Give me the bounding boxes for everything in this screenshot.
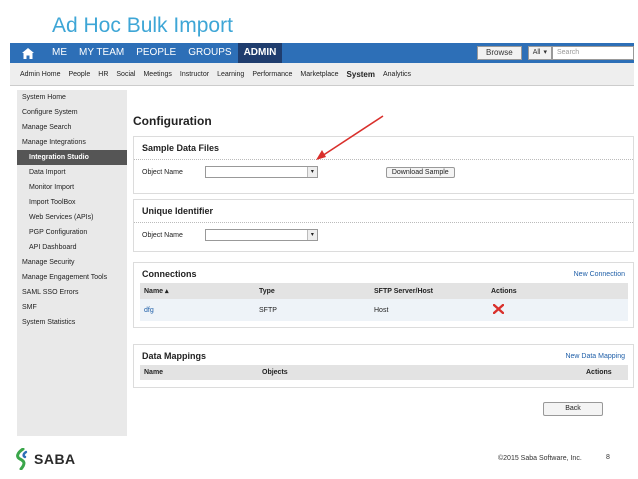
subnav-hr[interactable]: HR xyxy=(98,71,108,78)
new-connection-link[interactable]: New Connection xyxy=(574,271,625,278)
saba-logo-text: SABA xyxy=(34,451,76,467)
subnav-system[interactable]: System xyxy=(347,70,375,79)
new-data-mapping-link[interactable]: New Data Mapping xyxy=(565,353,625,360)
subnav-learning[interactable]: Learning xyxy=(217,71,244,78)
data-mappings-title: Data Mappings xyxy=(142,351,207,361)
subnav-analytics[interactable]: Analytics xyxy=(383,71,411,78)
connection-host: Host xyxy=(370,299,487,321)
saba-logo: SABA xyxy=(14,448,76,470)
nav-tab-my-team[interactable]: MY TEAM xyxy=(73,43,130,63)
data-mappings-table: Name Objects Actions xyxy=(140,365,628,380)
column-header-actions: Actions xyxy=(582,365,628,380)
sidebar-item-manage-search[interactable]: Manage Search xyxy=(17,120,127,135)
subnav-meetings[interactable]: Meetings xyxy=(143,71,171,78)
sidebar-item-integration-studio[interactable]: Integration Studio xyxy=(17,150,127,165)
sidebar-item-manage-integrations[interactable]: Manage Integrations xyxy=(17,135,127,150)
sidebar-item-api-dashboard[interactable]: API Dashboard xyxy=(17,240,127,255)
chevron-down-icon: ▾ xyxy=(306,167,317,177)
column-header-sftp-host: SFTP Server/Host xyxy=(370,283,487,299)
sample-data-files-title: Sample Data Files xyxy=(134,137,633,160)
column-header-name[interactable]: Name ▴ xyxy=(140,283,255,299)
subnav-admin-home[interactable]: Admin Home xyxy=(20,71,60,78)
table-row: dfg SFTP Host xyxy=(140,299,628,321)
connections-table: Name ▴ Type SFTP Server/Host Actions dfg… xyxy=(140,283,628,321)
sidebar-item-smf[interactable]: SMF xyxy=(17,300,127,315)
unique-identifier-title: Unique Identifier xyxy=(134,200,633,223)
sidebar-item-system-home[interactable]: System Home xyxy=(17,90,127,105)
sidebar-item-data-import[interactable]: Data Import xyxy=(17,165,127,180)
nav-tab-me[interactable]: ME xyxy=(46,43,73,63)
sidebar-item-configure-system[interactable]: Configure System xyxy=(17,105,127,120)
slide-title: Ad Hoc Bulk Import xyxy=(52,14,233,37)
subnav-marketplace[interactable]: Marketplace xyxy=(300,71,338,78)
connections-panel: Connections New Connection Name ▴ Type S… xyxy=(133,262,634,328)
sub-nav-bar: Admin Home People HR Social Meetings Ins… xyxy=(10,63,634,86)
top-nav-bar: ME MY TEAM PEOPLE GROUPS ADMIN Browse Al… xyxy=(10,43,634,63)
sample-object-name-label: Object Name xyxy=(142,168,183,176)
column-header-type: Type xyxy=(255,283,370,299)
sidebar-item-saml-sso-errors[interactable]: SAML SSO Errors xyxy=(17,285,127,300)
nav-tab-people[interactable]: PEOPLE xyxy=(130,43,182,63)
column-header-actions: Actions xyxy=(487,283,628,299)
column-header-objects: Objects xyxy=(258,365,582,380)
back-button[interactable]: Back xyxy=(543,402,603,416)
saba-logo-icon xyxy=(16,448,28,470)
unique-object-name-select[interactable]: ▾ xyxy=(204,229,318,241)
sample-data-files-panel: Sample Data Files Object Name ▾ Download… xyxy=(133,136,634,194)
column-header-name[interactable]: Name xyxy=(140,365,258,380)
home-icon[interactable] xyxy=(10,43,46,63)
connection-type: SFTP xyxy=(255,299,370,321)
search-scope-label: All xyxy=(532,49,541,56)
sidebar-item-manage-engagement-tools[interactable]: Manage Engagement Tools xyxy=(17,270,127,285)
subnav-instructor[interactable]: Instructor xyxy=(180,71,209,78)
chevron-down-icon: ▾ xyxy=(306,230,317,240)
sample-object-name-select[interactable]: ▾ xyxy=(204,166,318,178)
subnav-social[interactable]: Social xyxy=(116,71,135,78)
connection-name-link[interactable]: dfg xyxy=(144,307,154,314)
delete-icon[interactable] xyxy=(492,303,505,316)
search-input[interactable]: Search xyxy=(552,46,634,60)
unique-identifier-panel: Unique Identifier Object Name ▾ xyxy=(133,199,634,252)
connections-title: Connections xyxy=(142,269,197,279)
search-scope-select[interactable]: All ▾ xyxy=(527,46,552,60)
sidebar-item-import-toolbox[interactable]: Import ToolBox xyxy=(17,195,127,210)
sidebar-item-pgp-configuration[interactable]: PGP Configuration xyxy=(17,225,127,240)
page-number: 8 xyxy=(606,454,610,461)
sidebar-item-web-services[interactable]: Web Services (APIs) xyxy=(17,210,127,225)
caret-down-icon: ▾ xyxy=(543,49,547,56)
data-mappings-panel: Data Mappings New Data Mapping Name Obje… xyxy=(133,344,634,388)
sidebar-item-manage-security[interactable]: Manage Security xyxy=(17,255,127,270)
nav-tab-groups[interactable]: GROUPS xyxy=(182,43,237,63)
sidebar-item-system-statistics[interactable]: System Statistics xyxy=(17,315,127,330)
sidebar: System Home Configure System Manage Sear… xyxy=(17,90,127,436)
download-sample-button[interactable]: Download Sample xyxy=(385,166,455,178)
unique-object-name-label: Object Name xyxy=(142,231,183,239)
sidebar-item-monitor-import[interactable]: Monitor Import xyxy=(17,180,127,195)
browse-button[interactable]: Browse xyxy=(477,46,522,60)
subnav-people[interactable]: People xyxy=(68,71,90,78)
copyright-text: ©2015 Saba Software, Inc. xyxy=(498,455,582,462)
page-title: Configuration xyxy=(133,114,212,128)
nav-tab-admin[interactable]: ADMIN xyxy=(237,43,283,63)
subnav-performance[interactable]: Performance xyxy=(252,71,292,78)
